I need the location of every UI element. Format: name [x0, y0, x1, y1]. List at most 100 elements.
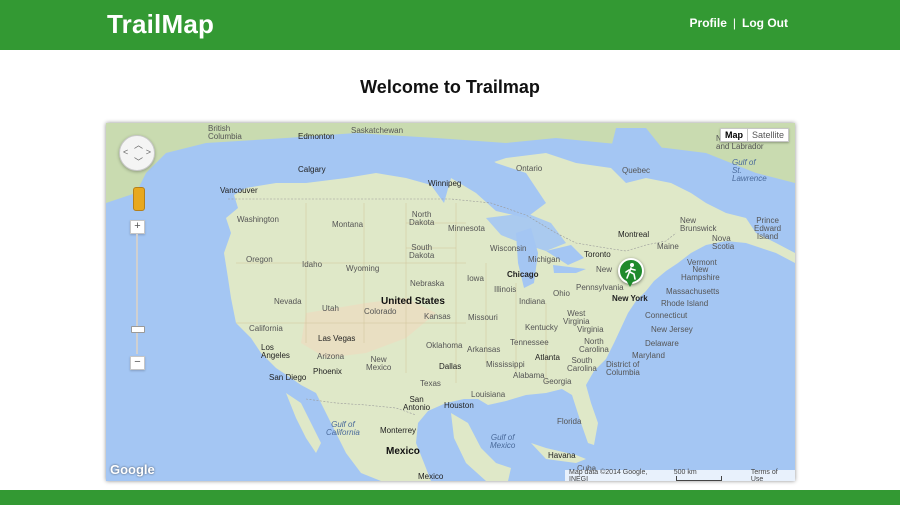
map-label-kansas: Kansas [424, 312, 451, 321]
nav-separator: | [732, 16, 737, 30]
footer-bar [0, 490, 900, 505]
map-label-new-york-city: New York [612, 294, 648, 303]
map-label-south-carolina: South Carolina [567, 356, 597, 373]
attribution-text: Map data ©2014 Google, INEGI [569, 468, 648, 482]
map-label-michigan: Michigan [528, 255, 561, 264]
map-attribution: Map data ©2014 Google, INEGI 500 km Term… [565, 468, 795, 482]
zoom-slider-track[interactable] [136, 234, 138, 354]
brand-logo[interactable]: TrailMap [107, 9, 214, 40]
map-label-north-carolina: North Carolina [579, 337, 609, 354]
map-label-winnipeg: Winnipeg [428, 179, 462, 188]
map-label-florida: Florida [557, 417, 582, 426]
map-label-mexico-city: Mexico [418, 472, 444, 481]
map-label-oregon: Oregon [246, 255, 273, 264]
map-label-washington: Washington [237, 215, 279, 224]
map-label-las-vegas: Las Vegas [318, 334, 356, 343]
map-type-map-button[interactable]: Map [719, 128, 748, 142]
map-label-texas: Texas [420, 379, 441, 388]
map-label-arkansas: Arkansas [467, 345, 501, 354]
map-label-south-dakota: South Dakota [409, 243, 435, 260]
top-nav-bar: TrailMap Profile | Log Out [0, 0, 900, 50]
street-view-pegman-icon[interactable] [133, 187, 145, 211]
map-label-louisiana: Louisiana [471, 390, 506, 399]
zoom-out-button[interactable]: − [130, 356, 145, 370]
pan-down-icon[interactable]: ﹀ [134, 155, 143, 168]
map-label-utah: Utah [322, 304, 339, 313]
scale-line [675, 475, 722, 481]
map-label-west-virginia: West Virginia [563, 309, 590, 326]
zoom-slider-handle[interactable] [131, 326, 145, 333]
map-label-district-of-columbia: District of Columbia [606, 360, 640, 377]
scale-bar: 500 km [670, 469, 747, 482]
map-label-saskatchewan: Saskatchewan [351, 126, 404, 135]
map-label-quebec: Quebec [622, 166, 651, 175]
map-label-phoenix: Phoenix [313, 367, 342, 376]
map-label-montreal: Montreal [618, 230, 650, 239]
map-label-wyoming: Wyoming [346, 264, 380, 273]
map-label-calgary: Calgary [298, 165, 326, 174]
hiker-glyph [625, 263, 636, 280]
map-label-mexico: Mexico [386, 446, 420, 457]
profile-link[interactable]: Profile [690, 16, 727, 30]
map-label-new-jersey: New Jersey [651, 325, 693, 334]
map-label-nova-scotia: Nova Scotia [712, 234, 735, 251]
map-label-oklahoma: Oklahoma [426, 341, 463, 350]
map-label-new-brunswick: New Brunswick [680, 216, 717, 233]
map-label-ontario: Ontario [516, 164, 543, 173]
map-label-monterrey: Monterrey [380, 426, 417, 435]
map-label-maine: Maine [657, 242, 679, 251]
map-label-rhode-island: Rhode Island [661, 299, 709, 308]
map-label-massachusetts: Massachusetts [666, 287, 720, 296]
map-label-wisconsin: Wisconsin [490, 244, 527, 253]
map-label-chicago: Chicago [507, 270, 539, 279]
user-nav: Profile | Log Out [690, 16, 788, 30]
map-label-gulf-of-mexico: Gulf of Mexico [490, 433, 516, 450]
map-canvas[interactable]: British Columbia Edmonton Saskatchewan C… [106, 123, 795, 481]
map-label-illinois: Illinois [494, 285, 517, 294]
page-title: Welcome to Trailmap [360, 77, 540, 97]
map-label-san-diego: San Diego [269, 373, 307, 382]
logout-link[interactable]: Log Out [742, 16, 788, 30]
map-label-new-hampshire: New Hampshire [681, 265, 720, 282]
map-label-georgia: Georgia [543, 377, 572, 386]
zoom-in-button[interactable]: + [130, 220, 145, 234]
map-label-alabama: Alabama [513, 371, 545, 380]
map-label-edmonton: Edmonton [298, 132, 335, 141]
map-label-united-states: United States [381, 296, 445, 307]
map-label-prince-edward-island: Prince Edward Island [754, 216, 782, 241]
map-label-nebraska: Nebraska [410, 279, 445, 288]
map-label-montana: Montana [332, 220, 364, 229]
map-type-satellite-button[interactable]: Satellite [747, 128, 789, 142]
map-label-nevada: Nevada [274, 297, 302, 306]
map-label-missouri: Missouri [468, 313, 498, 322]
map-label-havana: Havana [548, 451, 576, 460]
map-label-arizona: Arizona [317, 352, 345, 361]
map-label-california: California [249, 324, 283, 333]
map-label-kentucky: Kentucky [525, 323, 558, 332]
map-label-atlanta: Atlanta [535, 353, 560, 362]
terms-link[interactable]: Terms of Use [747, 469, 795, 482]
map-label-virginia: Virginia [577, 325, 604, 334]
map-label-gulf-st-lawrence: Gulf of St. Lawrence [732, 158, 767, 183]
map-label-ohio: Ohio [553, 289, 570, 298]
pan-left-icon[interactable]: < [123, 147, 128, 157]
map-label-tennessee: Tennessee [510, 338, 549, 347]
map-label-british-columbia: British Columbia [208, 124, 242, 141]
map-label-indiana: Indiana [519, 297, 546, 306]
map-label-dallas: Dallas [439, 362, 462, 371]
scale-label: 500 km [673, 468, 697, 476]
map-label-delaware: Delaware [645, 339, 679, 348]
pan-up-icon[interactable]: ︿ [134, 138, 143, 151]
map-label-maryland: Maryland [632, 351, 665, 360]
map-label-minnesota: Minnesota [448, 224, 485, 233]
map-label-connecticut: Connecticut [645, 311, 688, 320]
map-label-los-angeles: Los Angeles [261, 343, 290, 360]
pan-control[interactable]: ︿ < > ﹀ [119, 135, 155, 171]
map-label-colorado: Colorado [364, 307, 397, 316]
map-label-new-mexico: New Mexico [366, 355, 392, 372]
map-label-idaho: Idaho [302, 260, 323, 269]
map-label-north-dakota: North Dakota [409, 210, 435, 227]
google-logo[interactable]: Google [110, 462, 155, 477]
pan-right-icon[interactable]: > [146, 147, 151, 157]
map-type-control: Map Satellite [719, 128, 789, 142]
